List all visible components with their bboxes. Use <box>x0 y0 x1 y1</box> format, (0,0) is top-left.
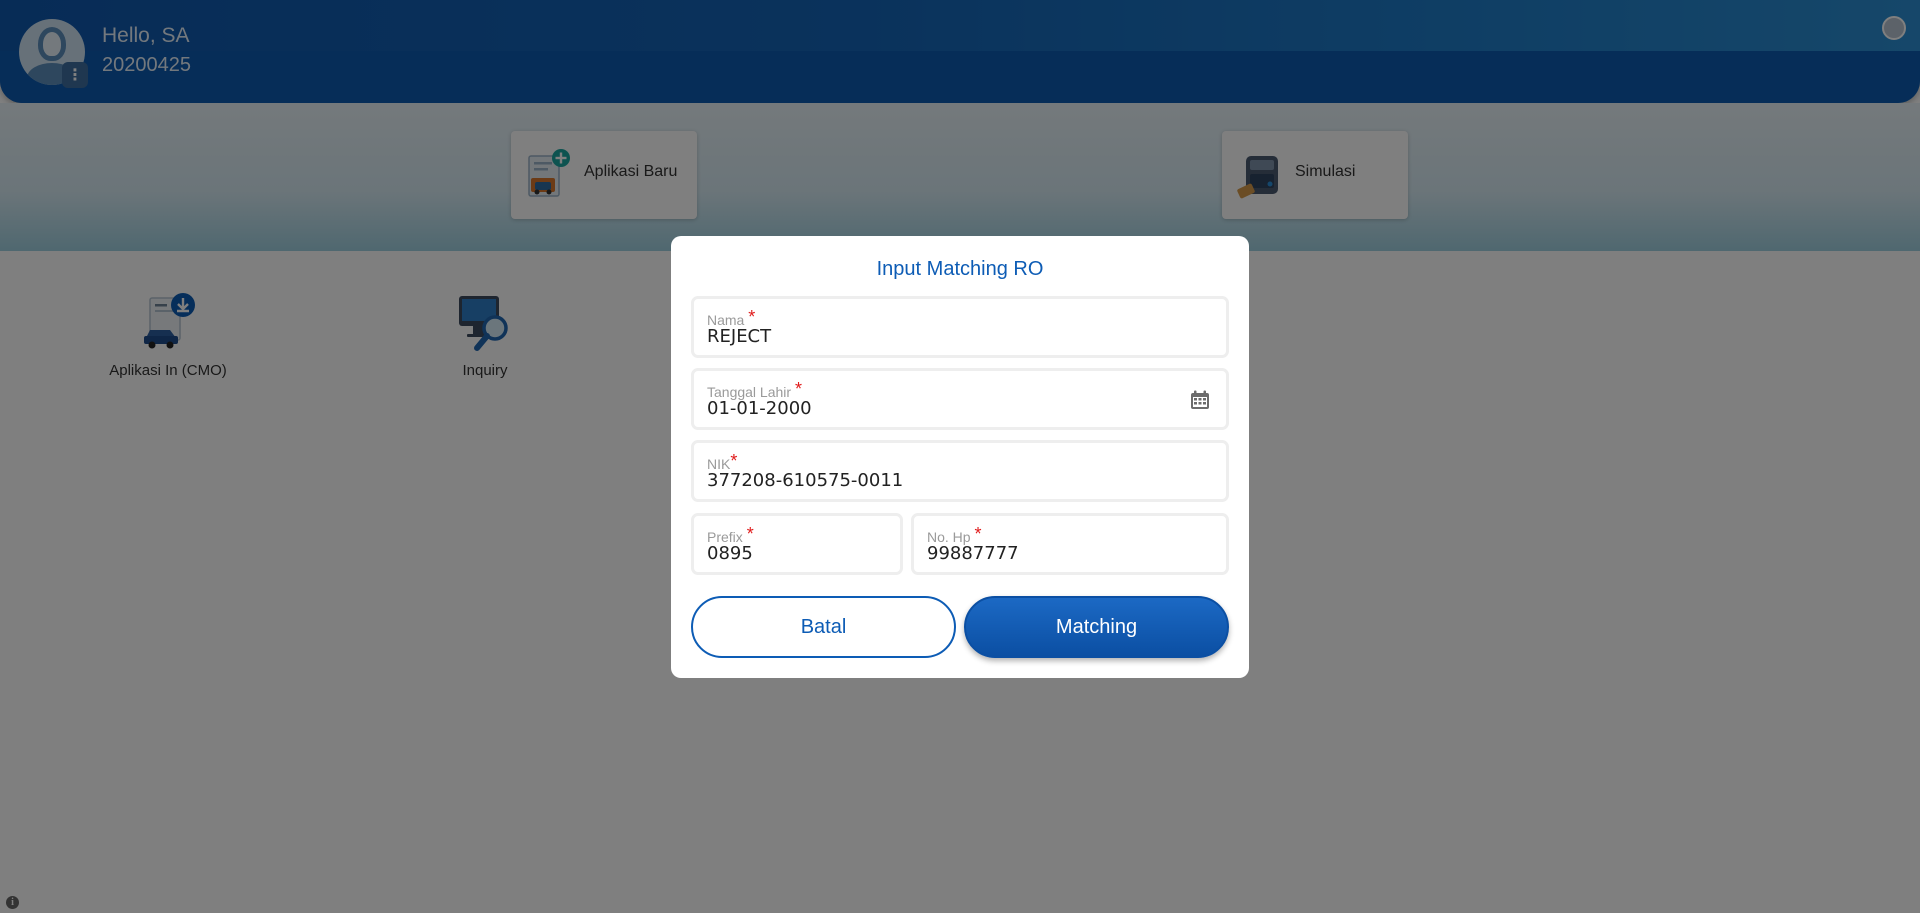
input-matching-ro-dialog: Input Matching RO Nama * REJECT Tanggal … <box>671 236 1249 678</box>
batal-button[interactable]: Batal <box>691 596 956 658</box>
required-mark: * <box>974 524 982 544</box>
prefix-field[interactable]: Prefix * 0895 <box>691 513 903 575</box>
prefix-input[interactable]: 0895 <box>707 543 753 564</box>
required-mark: * <box>746 524 754 544</box>
nik-field[interactable]: NIK* 377208-610575-0011 <box>691 440 1229 502</box>
calendar-icon[interactable] <box>1190 390 1210 410</box>
nama-field[interactable]: Nama * REJECT <box>691 296 1229 358</box>
required-mark: * <box>748 307 756 327</box>
required-mark: * <box>794 379 802 399</box>
no-hp-input[interactable]: 99887777 <box>927 543 1019 564</box>
dialog-title: Input Matching RO <box>876 258 1044 280</box>
nama-input[interactable]: REJECT <box>707 326 771 347</box>
tanggal-lahir-input[interactable]: 01-01-2000 <box>707 398 812 419</box>
required-mark: * <box>730 451 738 471</box>
no-hp-field[interactable]: No. Hp * 99887777 <box>911 513 1229 575</box>
tanggal-lahir-field[interactable]: Tanggal Lahir * 01-01-2000 <box>691 368 1229 430</box>
matching-button[interactable]: Matching <box>964 596 1229 658</box>
nik-input[interactable]: 377208-610575-0011 <box>707 470 903 491</box>
